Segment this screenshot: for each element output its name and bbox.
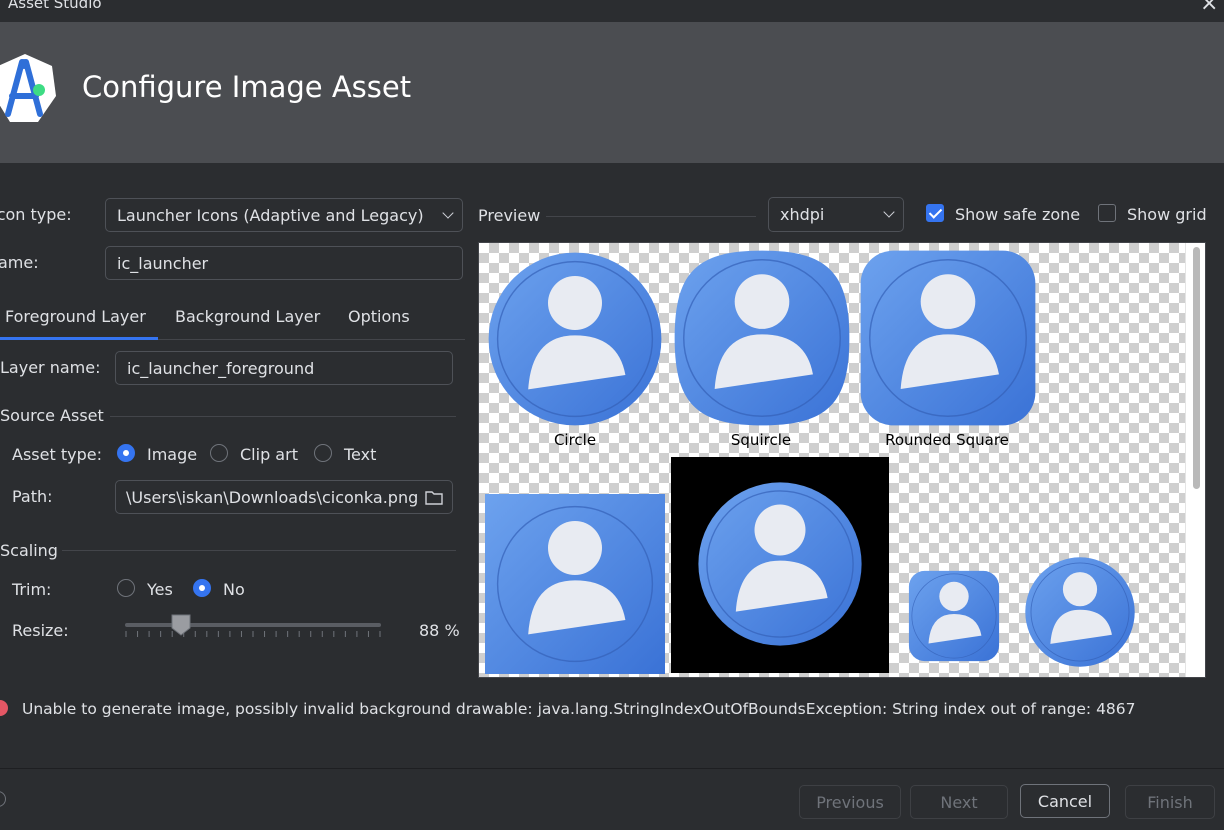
caption-circle: Circle <box>553 431 597 449</box>
rounded-square-icon-preview <box>860 250 1036 426</box>
close-icon[interactable]: × <box>1200 0 1218 16</box>
finish-button[interactable]: Finish <box>1125 785 1215 819</box>
asset-type-clipart-radio[interactable] <box>210 444 228 462</box>
source-asset-title: Source Asset <box>0 406 104 425</box>
asset-type-clipart-label[interactable]: Clip art <box>240 445 298 464</box>
scaling-title: Scaling <box>0 541 58 560</box>
caption-rounded-square: Rounded Square <box>885 431 1009 449</box>
layer-name-label: Layer name: <box>0 358 101 377</box>
trim-label: Trim: <box>12 580 52 599</box>
previous-button-label: Previous <box>816 792 884 812</box>
legacy-icon-preview <box>698 482 862 646</box>
circle-icon-preview <box>488 252 662 426</box>
trim-no-radio[interactable] <box>193 579 211 597</box>
layer-name-value: ic_launcher_foreground <box>127 358 315 378</box>
layer-name-input[interactable]: ic_launcher_foreground <box>115 351 453 385</box>
show-grid-checkbox[interactable] <box>1098 204 1116 222</box>
preview-scrollbar[interactable] <box>1185 243 1205 677</box>
small-circle-icon-preview <box>1025 557 1135 667</box>
squircle-icon-preview <box>674 250 850 426</box>
next-button[interactable]: Next <box>910 785 1008 819</box>
error-icon <box>0 700 8 716</box>
caption-squircle: Squircle <box>730 431 792 449</box>
cancel-button-label: Cancel <box>1037 791 1093 811</box>
path-label: Path: <box>12 487 53 506</box>
resize-label: Resize: <box>12 621 69 640</box>
name-input-value: ic_launcher <box>117 253 209 273</box>
tab-foreground-layer[interactable]: Foreground Layer <box>5 307 146 326</box>
next-button-label: Next <box>940 792 978 812</box>
show-safe-zone-checkbox[interactable] <box>926 204 944 222</box>
window-title: Asset Studio <box>8 0 102 12</box>
source-asset-divider <box>110 416 456 417</box>
show-safe-zone-label[interactable]: Show safe zone <box>955 205 1080 224</box>
trim-yes-label[interactable]: Yes <box>147 580 173 599</box>
path-input[interactable]: \Users\iskan\Downloads\ciconka.png <box>115 480 453 514</box>
icon-type-value: Launcher Icons (Adaptive and Legacy) <box>117 205 424 225</box>
asset-type-image-label[interactable]: Image <box>147 445 197 464</box>
density-value: xhdpi <box>780 205 825 224</box>
show-grid-label[interactable]: Show grid <box>1127 205 1207 224</box>
icon-type-label: Icon type: <box>0 205 72 224</box>
finish-button-label: Finish <box>1147 792 1193 812</box>
resize-value: 88 % <box>419 621 460 640</box>
path-value: \Users\iskan\Downloads\ciconka.png <box>126 487 419 507</box>
scaling-divider <box>62 550 456 551</box>
page-title: Configure Image Asset <box>82 70 412 104</box>
chevron-down-icon <box>883 206 895 218</box>
resize-slider-ticks <box>125 631 381 637</box>
icon-type-dropdown[interactable]: Launcher Icons (Adaptive and Legacy) <box>105 198 463 232</box>
full-bleed-icon-preview <box>485 494 665 674</box>
chevron-down-icon <box>442 207 454 219</box>
tab-background-layer[interactable]: Background Layer <box>175 307 320 326</box>
cancel-button[interactable]: Cancel <box>1020 784 1110 818</box>
trim-yes-radio[interactable] <box>117 579 135 597</box>
name-label: Name: <box>0 253 39 272</box>
density-dropdown[interactable]: xhdpi <box>768 197 904 232</box>
trim-no-label[interactable]: No <box>223 580 245 599</box>
tab-divider <box>158 339 465 340</box>
resize-slider-track <box>125 623 381 627</box>
asset-type-text-label[interactable]: Text <box>344 445 376 464</box>
tab-options[interactable]: Options <box>348 307 410 326</box>
preview-scrollbar-thumb[interactable] <box>1193 247 1200 489</box>
asset-type-text-radio[interactable] <box>314 444 332 462</box>
preview-canvas: Circle Squircle Rounded Square <box>478 242 1206 678</box>
resize-slider[interactable] <box>125 614 381 640</box>
asset-type-image-radio[interactable] <box>117 444 135 462</box>
previous-button[interactable]: Previous <box>799 785 901 819</box>
header-banner: Configure Image Asset <box>0 22 1224 163</box>
preview-divider <box>546 216 756 217</box>
name-input[interactable]: ic_launcher <box>105 246 463 280</box>
error-message: Unable to generate image, possibly inval… <box>22 700 1136 718</box>
footer: Previous Next Cancel Finish <box>0 768 1224 830</box>
tab-selected-indicator <box>0 337 158 340</box>
resize-slider-thumb[interactable] <box>171 614 191 636</box>
title-bar: Asset Studio × <box>0 0 1224 22</box>
preview-label: Preview <box>478 206 541 225</box>
android-studio-logo <box>0 54 56 122</box>
help-icon[interactable] <box>0 791 6 807</box>
small-rounded-icon-preview <box>908 570 1000 662</box>
folder-icon[interactable] <box>425 490 443 505</box>
asset-type-label: Asset type: <box>12 445 102 464</box>
